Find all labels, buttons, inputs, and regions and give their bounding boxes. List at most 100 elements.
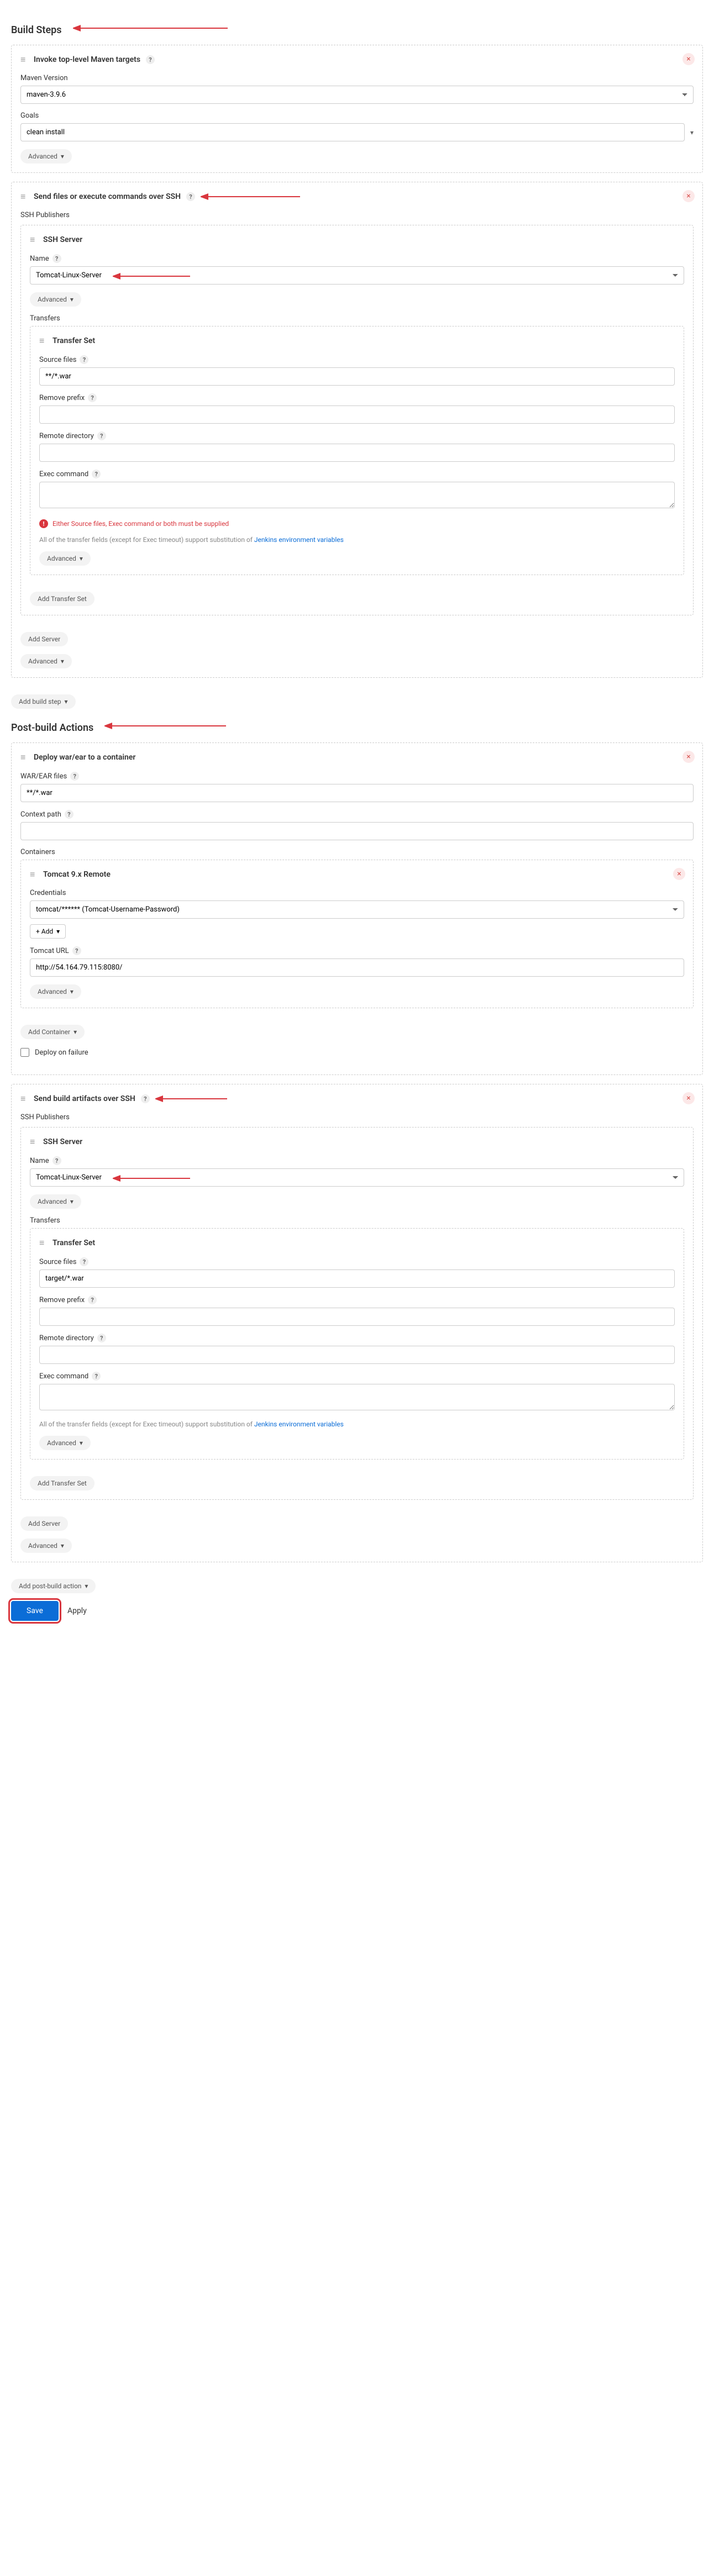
post-build-title: Post-build Actions (11, 722, 93, 734)
help-icon[interactable]: ? (70, 772, 79, 781)
maven-version-label: Maven Version (20, 74, 694, 82)
drag-handle-icon[interactable] (20, 54, 28, 65)
advanced-button[interactable]: Advanced ▾ (39, 1436, 91, 1450)
deploy-on-failure-checkbox[interactable] (20, 1048, 29, 1057)
source-files-label: Source files (39, 356, 76, 364)
deploy-war-panel: × Deploy war/ear to a container WAR/EAR … (11, 742, 703, 1075)
source-files-input[interactable] (39, 367, 675, 386)
chevron-down-icon: ▾ (80, 555, 83, 562)
advanced-button[interactable]: Advanced ▾ (39, 551, 91, 566)
context-label: Context path (20, 810, 61, 819)
help-icon[interactable]: ? (53, 254, 61, 263)
add-transfer-set-button[interactable]: Add Transfer Set (30, 1476, 95, 1490)
chevron-down-icon: ▾ (61, 152, 64, 160)
name-label: Name (30, 1157, 49, 1165)
help-icon[interactable]: ? (80, 355, 88, 364)
war-input[interactable] (20, 784, 694, 802)
help-icon[interactable]: ? (88, 393, 97, 402)
transfer-set-panel: Transfer Set Source files? Remove prefix… (30, 1228, 684, 1460)
exec-cmd-label: Exec command (39, 1372, 88, 1381)
close-icon[interactable]: × (683, 190, 695, 202)
help-icon[interactable]: ? (97, 1334, 106, 1342)
drag-handle-icon[interactable] (20, 752, 28, 763)
add-transfer-set-button[interactable]: Add Transfer Set (30, 592, 95, 606)
remote-dir-input[interactable] (39, 1346, 675, 1364)
remove-prefix-label: Remove prefix (39, 1296, 85, 1304)
ssh-artifacts-panel: × Send build artifacts over SSH ? SSH Pu… (11, 1084, 703, 1562)
transfer-set-panel: Transfer Set Source files? Remove prefix… (30, 326, 684, 575)
goals-label: Goals (20, 112, 694, 120)
help-icon[interactable]: ? (92, 470, 101, 478)
remote-dir-label: Remote directory (39, 1334, 94, 1342)
help-icon[interactable]: ? (92, 1372, 101, 1381)
drag-handle-icon[interactable] (20, 1093, 28, 1104)
help-icon[interactable]: ? (88, 1295, 97, 1304)
help-icon[interactable]: ? (141, 1094, 150, 1103)
source-files-label: Source files (39, 1258, 76, 1266)
env-vars-link[interactable]: Jenkins environment variables (254, 536, 344, 544)
add-server-button[interactable]: Add Server (20, 1516, 68, 1531)
arrow-annotation (104, 720, 226, 731)
advanced-button[interactable]: Advanced ▾ (20, 654, 72, 668)
maven-version-select[interactable]: maven-3.9.6 (20, 86, 694, 104)
ssh-server-header: SSH Server (43, 235, 82, 244)
url-input[interactable] (30, 958, 684, 977)
context-input[interactable] (20, 822, 694, 840)
arrow-annotation (113, 1174, 190, 1183)
chevron-down-icon: ▾ (74, 1028, 77, 1036)
help-icon[interactable]: ? (186, 192, 195, 201)
ssh-server-header: SSH Server (43, 1137, 82, 1146)
help-icon[interactable]: ? (80, 1257, 88, 1266)
advanced-button[interactable]: Advanced ▾ (20, 149, 72, 164)
chevron-down-icon: ▾ (56, 928, 60, 935)
ssh-server-panel: SSH Server Name? Tomcat-Linux-Server Adv… (20, 225, 694, 615)
transfers-label: Transfers (30, 1216, 684, 1225)
remove-prefix-input[interactable] (39, 1308, 675, 1326)
add-server-button[interactable]: Add Server (20, 632, 68, 646)
advanced-button[interactable]: Advanced ▾ (30, 292, 81, 307)
remove-prefix-input[interactable] (39, 405, 675, 424)
add-cred-button[interactable]: + Add ▾ (30, 924, 66, 939)
note-text: All of the transfer fields (except for E… (39, 536, 675, 544)
help-icon[interactable]: ? (65, 810, 74, 819)
env-vars-link[interactable]: Jenkins environment variables (254, 1420, 344, 1428)
advanced-button[interactable]: Advanced ▾ (20, 1539, 72, 1553)
close-icon[interactable]: × (683, 1092, 695, 1104)
close-icon[interactable]: × (673, 868, 685, 880)
remote-dir-input[interactable] (39, 444, 675, 462)
add-post-build-button[interactable]: Add post-build action ▾ (11, 1579, 96, 1593)
chevron-down-icon[interactable]: ▾ (690, 129, 694, 136)
transfer-set-header: Transfer Set (53, 1239, 95, 1247)
apply-button[interactable]: Apply (67, 1606, 87, 1615)
drag-handle-icon[interactable] (20, 191, 28, 202)
exec-cmd-input[interactable] (39, 482, 675, 508)
help-icon[interactable]: ? (97, 431, 106, 440)
exec-cmd-input[interactable] (39, 1384, 675, 1410)
source-files-input[interactable] (39, 1269, 675, 1288)
drag-handle-icon[interactable] (30, 869, 38, 880)
close-icon[interactable]: × (683, 53, 695, 65)
arrow-annotation (201, 192, 300, 201)
help-icon[interactable]: ? (53, 1156, 61, 1165)
add-build-step-button[interactable]: Add build step ▾ (11, 694, 76, 709)
deploy-header: Deploy war/ear to a container (34, 753, 135, 762)
ssh2-header: Send build artifacts over SSH (34, 1094, 135, 1103)
add-container-button[interactable]: Add Container ▾ (20, 1025, 85, 1039)
cred-select[interactable]: tomcat/****** (Tomcat-Username-Password) (30, 900, 684, 919)
advanced-button[interactable]: Advanced ▾ (30, 1194, 81, 1209)
chevron-down-icon: ▾ (61, 1542, 64, 1550)
help-icon[interactable]: ? (72, 946, 81, 955)
save-button[interactable]: Save (11, 1601, 59, 1621)
maven-header: Invoke top-level Maven targets (34, 55, 140, 64)
drag-handle-icon[interactable] (30, 234, 38, 245)
transfer-set-header: Transfer Set (53, 336, 95, 345)
advanced-button[interactable]: Advanced ▾ (30, 984, 81, 999)
chevron-down-icon: ▾ (70, 1198, 74, 1205)
goals-input[interactable] (20, 123, 685, 141)
help-icon[interactable]: ? (146, 55, 155, 64)
url-label: Tomcat URL (30, 947, 69, 955)
drag-handle-icon[interactable] (30, 1136, 38, 1147)
close-icon[interactable]: × (683, 751, 695, 763)
drag-handle-icon[interactable] (39, 335, 47, 346)
drag-handle-icon[interactable] (39, 1237, 47, 1249)
